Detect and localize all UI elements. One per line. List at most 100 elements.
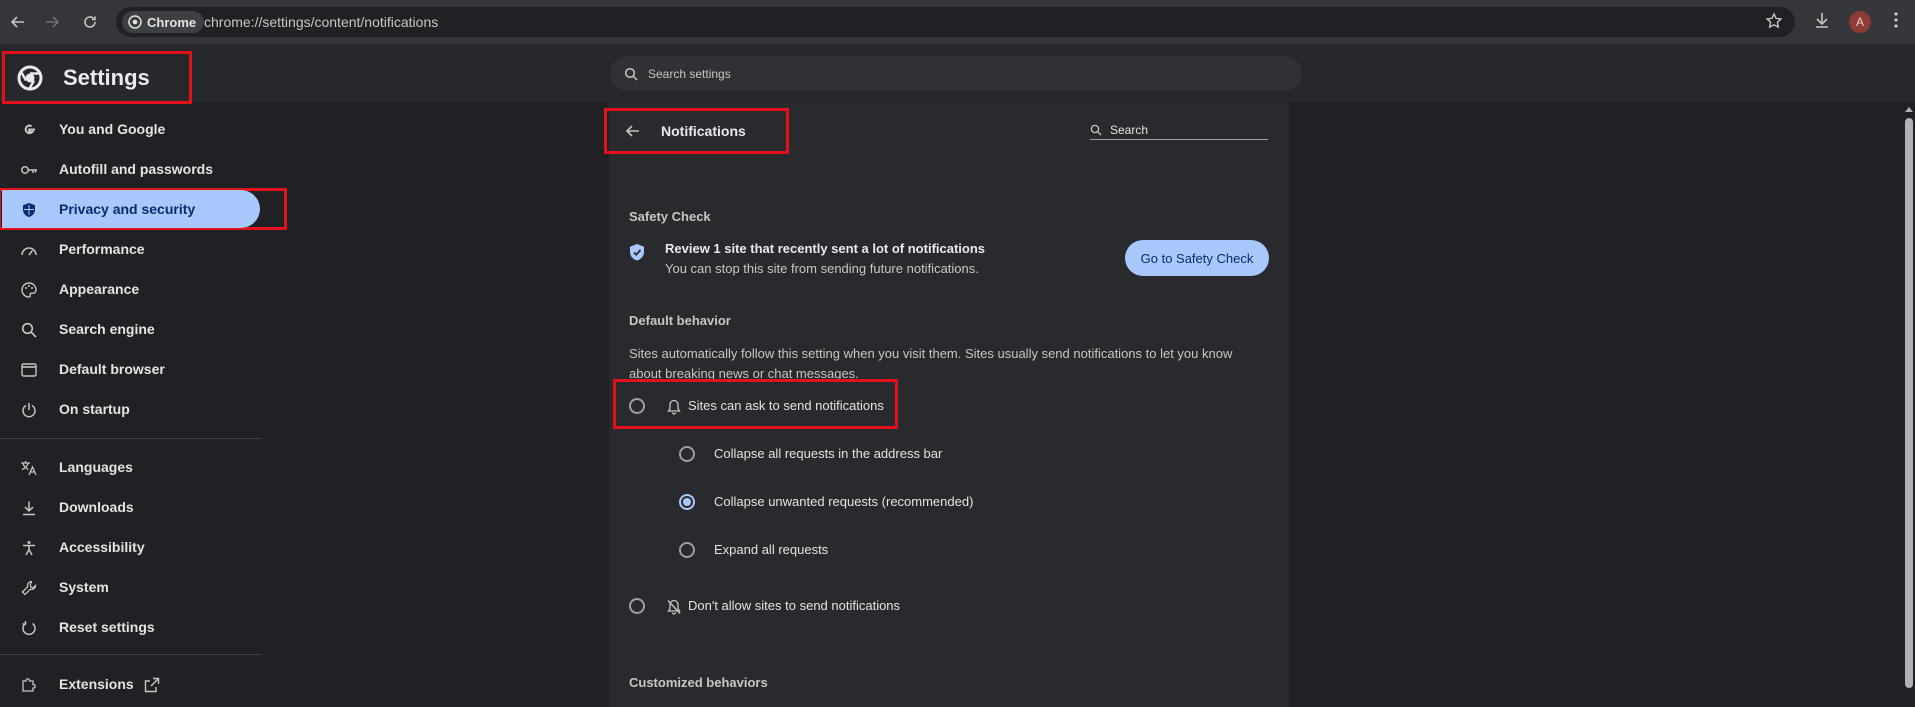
chip-label: Chrome bbox=[147, 14, 197, 30]
radio-collapse-all[interactable] bbox=[679, 446, 695, 462]
back-arrow-icon[interactable] bbox=[625, 123, 641, 139]
card-header: Notifications Search bbox=[604, 102, 1289, 158]
safety-check-title: Review 1 site that recently sent a lot o… bbox=[665, 241, 986, 256]
chrome-logo-icon bbox=[128, 15, 142, 29]
site-chip[interactable]: Chrome bbox=[122, 11, 205, 33]
bell-icon bbox=[667, 399, 681, 415]
sidebar-item-label: On startup bbox=[59, 401, 130, 417]
scrollbar-thumb[interactable] bbox=[1905, 118, 1913, 688]
download-icon bbox=[20, 499, 38, 517]
puzzle-icon bbox=[20, 676, 38, 694]
sidebar-item-on-startup[interactable]: On startup bbox=[0, 390, 262, 428]
sidebar-item-label: Downloads bbox=[59, 499, 134, 515]
arrow-right-icon bbox=[46, 16, 60, 28]
sidebar-item-label: System bbox=[59, 579, 109, 595]
search-icon bbox=[624, 67, 638, 81]
sidebar: You and Google Autofill and passwords Pr… bbox=[0, 102, 287, 707]
sidebar-item-system[interactable]: System bbox=[0, 568, 262, 606]
address-bar[interactable]: Chrome chrome://settings/content/notific… bbox=[116, 7, 1795, 37]
sidebar-item-privacy-and-security[interactable]: Privacy and security bbox=[0, 188, 287, 230]
palette-icon bbox=[20, 281, 38, 299]
customized-behaviors-heading: Customized behaviors bbox=[629, 675, 768, 690]
search-placeholder: Search settings bbox=[648, 66, 731, 81]
search-icon bbox=[20, 321, 38, 339]
open-in-new-icon bbox=[144, 677, 160, 698]
go-to-safety-check-button[interactable]: Go to Safety Check bbox=[1125, 240, 1269, 276]
sidebar-item-performance[interactable]: Performance bbox=[0, 230, 262, 268]
back-button[interactable] bbox=[6, 10, 30, 34]
search-settings-input[interactable]: Search settings bbox=[610, 56, 1302, 91]
sidebar-item-label: Autofill and passwords bbox=[59, 161, 214, 177]
sidebar-item-default-browser[interactable]: Default browser bbox=[0, 350, 262, 388]
sidebar-item-reset-settings[interactable]: Reset settings bbox=[0, 608, 262, 646]
profile-avatar[interactable]: A bbox=[1849, 11, 1871, 33]
radio-expand-all[interactable] bbox=[679, 542, 695, 558]
reload-icon bbox=[84, 16, 96, 28]
scroll-up-arrow-icon[interactable] bbox=[1905, 106, 1913, 112]
notifications-title-box: Notifications bbox=[604, 108, 789, 154]
radio-dont-allow[interactable] bbox=[629, 598, 645, 614]
radio-sites-can-ask[interactable] bbox=[629, 398, 645, 414]
browser-window-icon bbox=[20, 361, 38, 379]
browser-toolbar: Chrome chrome://settings/content/notific… bbox=[0, 0, 1915, 44]
safety-shield-icon bbox=[630, 244, 644, 261]
download-icon bbox=[1816, 13, 1828, 28]
sidebar-item-extensions[interactable]: Extensions bbox=[0, 665, 262, 703]
option-dont-allow-label[interactable]: Don't allow sites to send notifications bbox=[688, 598, 900, 613]
bell-off-icon bbox=[667, 599, 681, 615]
safety-check-subtitle: You can stop this site from sending futu… bbox=[665, 261, 979, 276]
subpage-search-label: Search bbox=[1110, 122, 1149, 137]
sidebar-item-label: Extensions bbox=[59, 676, 134, 692]
chrome-logo-icon bbox=[17, 65, 43, 90]
sidebar-divider bbox=[0, 654, 262, 655]
menu-button[interactable] bbox=[1886, 10, 1906, 35]
sidebar-item-accessibility[interactable]: Accessibility bbox=[0, 528, 262, 566]
sidebar-item-label: Reset settings bbox=[59, 619, 155, 635]
sidebar-item-label: You and Google bbox=[59, 121, 166, 137]
shield-icon bbox=[20, 201, 38, 219]
page-scrollbar[interactable] bbox=[1903, 102, 1915, 707]
bookmark-star-icon[interactable] bbox=[1765, 12, 1783, 30]
speedometer-icon bbox=[20, 241, 38, 259]
sidebar-item-label: Search engine bbox=[59, 321, 155, 337]
sidebar-item-label: Accessibility bbox=[59, 539, 145, 555]
sidebar-item-autofill[interactable]: Autofill and passwords bbox=[0, 150, 262, 188]
option-sites-can-ask-label[interactable]: Sites can ask to send notifications bbox=[688, 398, 884, 413]
forward-button[interactable] bbox=[40, 10, 64, 34]
sidebar-item-appearance[interactable]: Appearance bbox=[0, 270, 262, 308]
safety-check-heading: Safety Check bbox=[629, 209, 711, 224]
default-behavior-description: Sites automatically follow this setting … bbox=[629, 346, 1233, 381]
sidebar-divider bbox=[0, 438, 262, 439]
option-collapse-all-label[interactable]: Collapse all requests in the address bar bbox=[714, 446, 942, 461]
sidebar-item-label: Privacy and security bbox=[59, 201, 196, 217]
wrench-icon bbox=[20, 579, 38, 597]
settings-header: Settings Search settings bbox=[0, 44, 1915, 104]
notifications-card: Notifications Search Safety Check Review… bbox=[604, 102, 1289, 707]
sidebar-item-languages[interactable]: Languages bbox=[0, 448, 262, 486]
default-behavior-heading: Default behavior bbox=[629, 313, 731, 328]
more-vertical-icon bbox=[1894, 12, 1898, 28]
sidebar-item-you-and-google[interactable]: You and Google bbox=[0, 110, 262, 148]
reload-button[interactable] bbox=[78, 10, 102, 34]
reset-icon bbox=[20, 619, 38, 637]
sidebar-item-label: Appearance bbox=[59, 281, 140, 297]
accessibility-icon bbox=[20, 539, 38, 557]
sidebar-item-label: Languages bbox=[59, 459, 133, 475]
page-title: Settings bbox=[63, 64, 150, 90]
settings-title-box: Settings bbox=[2, 51, 192, 104]
sidebar-item-label: Performance bbox=[59, 241, 145, 257]
arrow-left-icon bbox=[10, 16, 24, 28]
search-icon bbox=[1090, 124, 1102, 135]
sidebar-item-downloads[interactable]: Downloads bbox=[0, 488, 262, 526]
key-icon bbox=[20, 161, 38, 179]
option-collapse-unwanted-label[interactable]: Collapse unwanted requests (recommended) bbox=[714, 494, 973, 509]
radio-collapse-unwanted[interactable] bbox=[679, 494, 695, 510]
downloads-button[interactable] bbox=[1812, 10, 1832, 35]
subpage-search-input[interactable]: Search bbox=[1090, 120, 1268, 140]
translate-icon bbox=[20, 459, 38, 477]
url-text[interactable]: chrome://settings/content/notifications bbox=[204, 14, 438, 30]
sidebar-item-search-engine[interactable]: Search engine bbox=[0, 310, 262, 348]
google-icon bbox=[20, 121, 38, 139]
subpage-title: Notifications bbox=[661, 123, 746, 139]
option-expand-all-label[interactable]: Expand all requests bbox=[714, 542, 828, 557]
